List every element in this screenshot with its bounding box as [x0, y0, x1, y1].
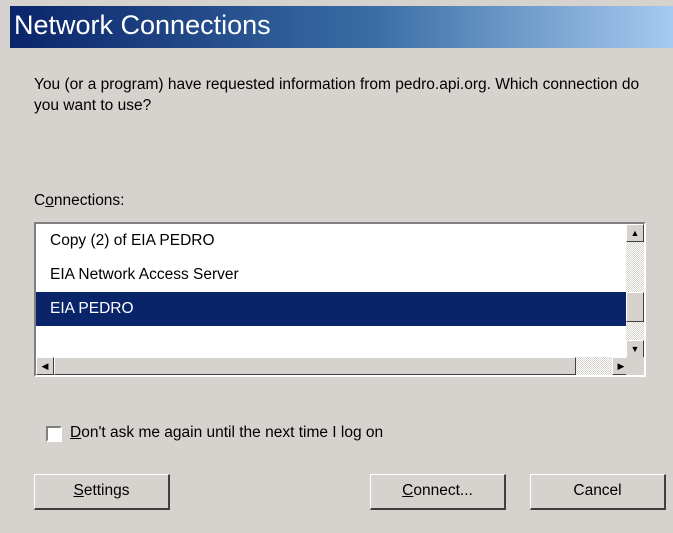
- vertical-scroll-thumb[interactable]: [626, 292, 644, 322]
- cancel-button[interactable]: Cancel: [530, 474, 666, 510]
- connections-label: Connections:: [34, 192, 125, 209]
- connections-listbox[interactable]: Copy (2) of EIA PEDRO EIA Network Access…: [34, 222, 646, 377]
- connections-list: Copy (2) of EIA PEDRO EIA Network Access…: [36, 224, 630, 358]
- horizontal-scrollbar[interactable]: ◀ ▶: [36, 357, 630, 375]
- scroll-up-icon[interactable]: ▲: [626, 224, 644, 242]
- connection-item-eia-network-access-server[interactable]: EIA Network Access Server: [36, 258, 630, 292]
- scrollbar-corner: [626, 357, 644, 375]
- connection-item-eia-pedro[interactable]: EIA PEDRO: [36, 292, 630, 326]
- title-bar[interactable]: Network Connections: [10, 6, 673, 48]
- prompt-text: You (or a program) have requested inform…: [34, 76, 640, 114]
- dont-ask-again-label[interactable]: Don't ask me again until the next time I…: [70, 424, 383, 442]
- scroll-down-icon[interactable]: ▼: [626, 340, 644, 358]
- connection-item-copy-2-eia-pedro[interactable]: Copy (2) of EIA PEDRO: [36, 224, 630, 258]
- scroll-left-icon[interactable]: ◀: [36, 357, 54, 375]
- dont-ask-again-checkbox[interactable]: [46, 426, 62, 442]
- horizontal-scroll-thumb[interactable]: [54, 357, 576, 375]
- vertical-scrollbar[interactable]: ▲ ▼: [626, 224, 644, 358]
- window-title: Network Connections: [14, 10, 271, 40]
- settings-button[interactable]: Settings: [34, 474, 170, 510]
- network-connections-dialog: Network Connections You (or a program) h…: [0, 0, 673, 533]
- connect-button[interactable]: Connect...: [370, 474, 506, 510]
